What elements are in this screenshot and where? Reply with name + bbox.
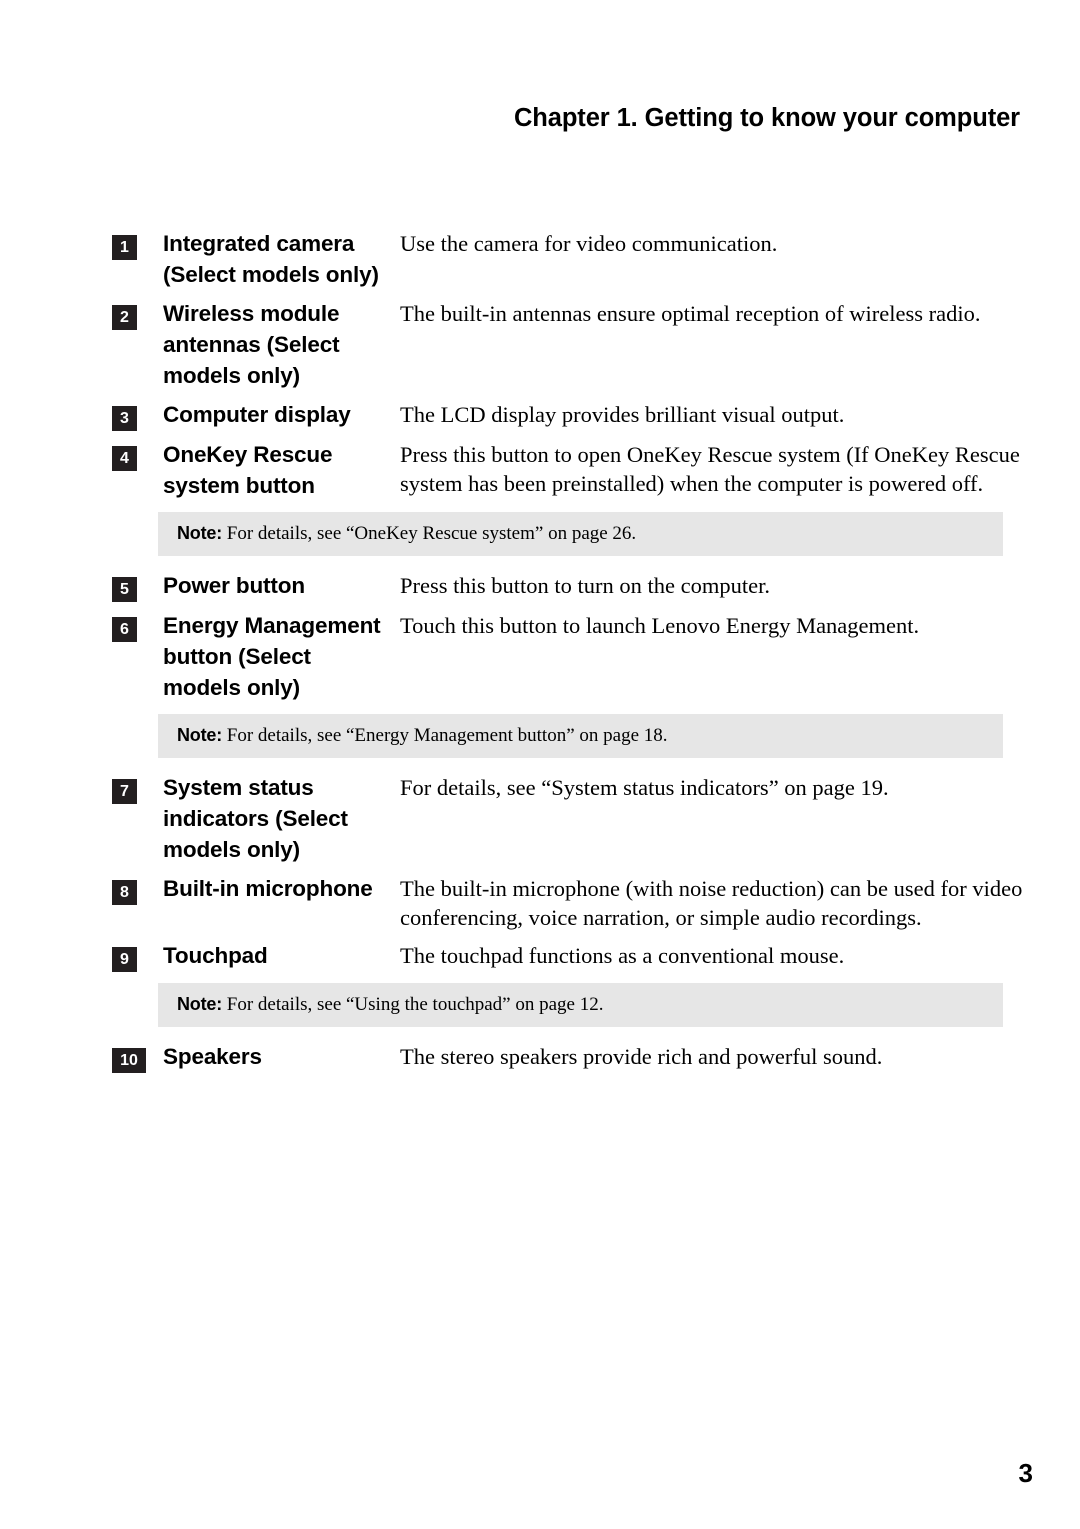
note-strip: Note: For details, see “Energy Managemen… xyxy=(158,714,1003,758)
badge-cell: 8 xyxy=(112,873,163,905)
feature-row: 6 Energy Management button (Select models… xyxy=(112,610,1024,703)
badge-cell: 4 xyxy=(112,439,163,471)
badge-cell: 5 xyxy=(112,570,163,602)
feature-row: 9 Touchpad The touchpad functions as a con… xyxy=(112,940,1024,972)
running-header: Chapter 1. Getting to know your computer xyxy=(513,104,1020,132)
feature-label: System status indicators (Select models … xyxy=(163,775,348,862)
feature-label: Power button xyxy=(163,573,305,598)
feature-description: The stereo speakers provide rich and pow… xyxy=(400,1044,883,1069)
callout-number-badge: 3 xyxy=(112,406,137,431)
feature-label: Built-in microphone xyxy=(163,876,373,901)
note-label: Note: xyxy=(177,523,222,543)
callout-number-badge: 1 xyxy=(112,235,137,260)
note-text: For details, see “OneKey Rescue system” … xyxy=(226,523,637,544)
callout-number-badge: 8 xyxy=(112,880,137,905)
feature-row: 7 System status indicators (Select models… xyxy=(112,772,1024,865)
feature-description: Press this button to open OneKey Rescue … xyxy=(400,442,1020,496)
callout-number-badge: 9 xyxy=(112,947,137,972)
feature-label: Energy Management button (Select models … xyxy=(163,613,381,700)
badge-cell: 2 xyxy=(112,298,163,330)
callout-number-badge: 7 xyxy=(112,779,137,804)
feature-row: 3 Computer display The LCD display provide… xyxy=(112,399,1024,431)
feature-description: The built-in microphone (with noise redu… xyxy=(400,876,1023,930)
feature-label: Integrated camera (Select models only) xyxy=(163,231,379,287)
feature-label: Wireless module antennas (Select models … xyxy=(163,301,340,388)
badge-cell: 7 xyxy=(112,772,163,804)
feature-description: For details, see “System status indicato… xyxy=(400,775,889,800)
feature-description: The LCD display provides brilliant visua… xyxy=(400,402,845,427)
feature-description: Use the camera for video communication. xyxy=(400,231,778,256)
feature-row: 2 Wireless module antennas (Select models… xyxy=(112,298,1024,391)
feature-description: Press this button to turn on the compute… xyxy=(400,573,770,598)
callout-number-badge: 10 xyxy=(112,1048,146,1073)
feature-description: The touchpad functions as a conventional… xyxy=(400,943,845,968)
document-page: Chapter 1. Getting to know your computer… xyxy=(0,0,1080,1529)
feature-label: Speakers xyxy=(163,1044,262,1069)
note-strip: Note: For details, see “OneKey Rescue sy… xyxy=(158,512,1003,556)
note-text: For details, see “Using the touchpad” on… xyxy=(226,994,604,1015)
page-number: 3 xyxy=(1018,1458,1033,1488)
note-text: For details, see “Energy Management butt… xyxy=(226,725,668,746)
feature-row: 4 OneKey Rescue system button Press this b… xyxy=(112,439,1024,501)
feature-label: Touchpad xyxy=(163,943,268,968)
badge-cell: 10 xyxy=(112,1041,163,1073)
feature-description: The built-in antennas ensure optimal rec… xyxy=(400,301,981,326)
feature-label: Computer display xyxy=(163,402,351,427)
callout-number-badge: 4 xyxy=(112,446,137,471)
badge-cell: 3 xyxy=(112,399,163,431)
feature-list: 1 Integrated camera (Select models only) U… xyxy=(112,228,1024,1081)
feature-row: 8 Built-in microphone The built-in microph… xyxy=(112,873,1024,932)
callout-number-badge: 5 xyxy=(112,577,137,602)
callout-number-badge: 6 xyxy=(112,617,137,642)
badge-cell: 1 xyxy=(112,228,163,260)
feature-row: 5 Power button Press this button to turn o… xyxy=(112,570,1024,602)
feature-row: 10 Speakers The stereo speakers provide ri… xyxy=(112,1041,1024,1073)
note-label: Note: xyxy=(177,994,222,1014)
feature-description: Touch this button to launch Lenovo Energ… xyxy=(400,613,920,638)
note-label: Note: xyxy=(177,725,222,745)
callout-number-badge: 2 xyxy=(112,305,137,330)
feature-row: 1 Integrated camera (Select models only) U… xyxy=(112,228,1024,290)
badge-cell: 9 xyxy=(112,940,163,972)
note-strip: Note: For details, see “Using the touchp… xyxy=(158,983,1003,1027)
feature-label: OneKey Rescue system button xyxy=(163,442,333,498)
badge-cell: 6 xyxy=(112,610,163,642)
